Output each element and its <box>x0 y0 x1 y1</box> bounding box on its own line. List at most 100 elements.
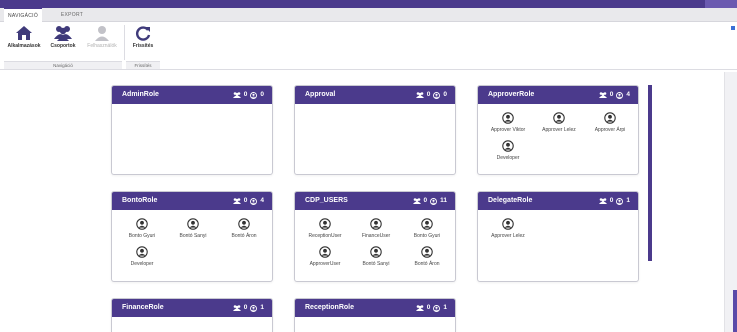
member-item[interactable]: Bonto Gyuri <box>400 218 454 239</box>
role-counts: 0 1 <box>232 299 264 317</box>
user-count: 1 <box>260 304 264 311</box>
group-count-icon <box>232 92 241 98</box>
user-count-icon <box>430 197 438 205</box>
group-count: 0 <box>243 91 248 98</box>
ribbon-group-frissites: Frissítés <box>126 61 160 69</box>
role-card[interactable]: FinanceRole 0 1 <box>111 298 273 332</box>
group-count: 0 <box>426 304 431 311</box>
ribbon-toolbar: Alkalmazások Csoportok Felhasználók Fris… <box>0 22 737 70</box>
refresh-button-label: Frissítés <box>132 43 154 49</box>
member-name: FinanceUser <box>361 233 391 239</box>
tab-navigacio[interactable]: NAVIGÁCIÓ <box>4 8 42 22</box>
user-avatar-icon <box>502 140 514 152</box>
tab-export[interactable]: EXPORT <box>50 8 94 22</box>
member-name: Bontó Sanyi <box>362 261 390 267</box>
role-card[interactable]: CDP_USERS 0 11 ReceptionUser FinanceUser… <box>294 191 456 282</box>
role-title: AdminRole <box>122 91 159 98</box>
member-item[interactable]: Developer <box>481 140 535 161</box>
group-count: 0 <box>609 197 614 204</box>
member-item[interactable]: Bontó Sanyi <box>349 246 403 267</box>
user-avatar-icon <box>136 246 148 258</box>
user-avatar-icon <box>187 218 199 230</box>
groups-button-label: Csoportok <box>50 43 76 49</box>
role-counts: 0 0 <box>415 86 447 104</box>
role-card[interactable]: Approval 0 0 <box>294 85 456 175</box>
role-card-header: DelegateRole 0 1 <box>478 192 638 210</box>
role-card[interactable]: AdminRole 0 0 <box>111 85 273 175</box>
member-name: ReceptionUser <box>308 233 342 239</box>
member-name: Bontó Áron <box>414 261 440 267</box>
member-item[interactable]: FinanceUser <box>349 218 403 239</box>
member-item[interactable]: Approver Lelez <box>481 218 535 239</box>
user-avatar-icon <box>319 246 331 258</box>
role-card[interactable]: DelegateRole 0 1 Approver Lelez <box>477 191 639 282</box>
member-name: Bontó Áron <box>231 233 257 239</box>
role-card-header: Approval 0 0 <box>295 86 455 104</box>
user-avatar-icon <box>604 112 616 124</box>
role-counts: 0 4 <box>598 86 630 104</box>
home-icon <box>16 26 32 40</box>
role-counts: 0 1 <box>598 192 630 210</box>
user-avatar-icon <box>421 218 433 230</box>
role-card-header: AdminRole 0 0 <box>112 86 272 104</box>
group-count-icon <box>598 198 607 204</box>
app-top-bar <box>0 0 737 8</box>
user-avatar-icon <box>502 112 514 124</box>
refresh-button[interactable]: Frissítés <box>128 25 158 49</box>
role-card-header: BontoRole 0 4 <box>112 192 272 210</box>
group-count-icon <box>232 305 241 311</box>
role-card-header: ApproverRole 0 4 <box>478 86 638 104</box>
user-count: 0 <box>443 91 447 98</box>
member-item[interactable]: Bontó Sanyi <box>166 218 220 239</box>
member-item[interactable]: ApproverUser <box>298 246 352 267</box>
role-title: CDP_USERS <box>305 197 348 204</box>
role-title: ReceptionRole <box>305 304 355 311</box>
user-count: 4 <box>260 197 264 204</box>
group-count-icon <box>415 92 424 98</box>
applications-button-label: Alkalmazások <box>7 43 41 49</box>
role-title: ApproverRole <box>488 91 535 98</box>
group-count: 0 <box>243 304 248 311</box>
users-button[interactable]: Felhasználók <box>82 25 122 49</box>
user-count-icon <box>616 91 624 99</box>
ribbon-separator <box>124 25 125 60</box>
member-item[interactable]: Developer <box>115 246 169 267</box>
role-card-header: ReceptionRole 0 1 <box>295 299 455 317</box>
ribbon-tabs: NAVIGÁCIÓ EXPORT <box>0 8 737 22</box>
member-item[interactable]: ReceptionUser <box>298 218 352 239</box>
user-count-icon <box>250 197 258 205</box>
member-item[interactable]: Approver Lelez <box>532 112 586 133</box>
vertical-scrollbar[interactable] <box>648 85 652 261</box>
user-avatar-icon <box>136 218 148 230</box>
member-name: Bonto Gyuri <box>128 233 156 239</box>
users-button-label: Felhasználók <box>87 43 117 49</box>
group-count-icon <box>598 92 607 98</box>
user-count: 1 <box>443 304 447 311</box>
role-card-header: FinanceRole 0 1 <box>112 299 272 317</box>
refresh-icon <box>136 26 151 41</box>
member-name: Approver Lelez <box>542 127 576 133</box>
role-title: Approval <box>305 91 336 98</box>
user-count: 11 <box>440 197 447 204</box>
applications-button[interactable]: Alkalmazások <box>6 25 42 49</box>
group-count-icon <box>415 305 424 311</box>
member-item[interactable]: Approver Viktor <box>481 112 535 133</box>
user-avatar-icon <box>502 218 514 230</box>
role-title: FinanceRole <box>122 304 164 311</box>
member-item[interactable]: Approver Árpi <box>583 112 637 133</box>
member-item[interactable]: Bontó Áron <box>217 218 271 239</box>
role-card[interactable]: ApproverRole 0 4 Approver Viktor Approve… <box>477 85 639 175</box>
groups-button[interactable]: Csoportok <box>46 25 80 49</box>
member-name: Developer <box>130 261 154 267</box>
ribbon-group-navigacio: Navigáció <box>4 61 122 69</box>
role-card[interactable]: BontoRole 0 4 Bonto Gyuri Bontó Sanyi Bo… <box>111 191 273 282</box>
member-item[interactable]: Bontó Áron <box>400 246 454 267</box>
role-card[interactable]: ReceptionRole 0 1 <box>294 298 456 332</box>
member-name: Developer <box>496 155 520 161</box>
corner-indicator <box>731 26 735 30</box>
group-count-icon <box>232 198 241 204</box>
member-item[interactable]: Bonto Gyuri <box>115 218 169 239</box>
user-count-icon <box>616 197 624 205</box>
group-count: 0 <box>426 91 431 98</box>
member-name: Bonto Gyuri <box>413 233 441 239</box>
